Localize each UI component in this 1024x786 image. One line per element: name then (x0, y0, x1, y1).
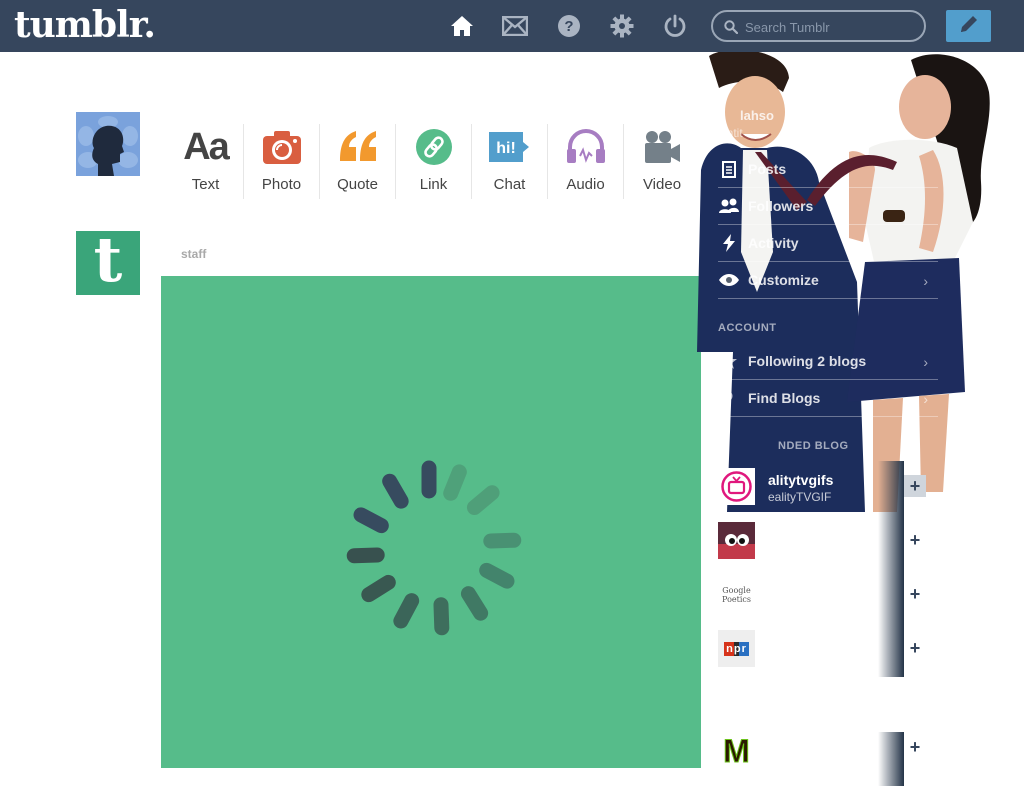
tv-avatar[interactable] (718, 468, 755, 505)
recommended-blog-item[interactable]: + (718, 515, 938, 569)
post-type-label: Quote (337, 176, 378, 193)
compose-button[interactable] (946, 10, 991, 42)
fade-divider (878, 623, 904, 677)
user-avatar[interactable] (76, 112, 140, 176)
fade-divider (878, 569, 904, 623)
search-input[interactable] (745, 18, 915, 36)
headphones-icon (548, 124, 623, 170)
post-type-label: Audio (566, 176, 605, 193)
sidebar-item-following[interactable]: Following 2 blogs › (718, 343, 938, 380)
post-type-label: Photo (261, 176, 302, 193)
post-type-photo[interactable]: Photo (244, 124, 320, 199)
tumblr-logo[interactable]: tumblr. (14, 4, 156, 46)
video-camera-icon (624, 124, 700, 170)
recommended-heading: NDED BLOG (778, 440, 849, 452)
staff-t-logo: t (93, 223, 123, 296)
post-type-link[interactable]: Link (396, 124, 472, 199)
sidebar-item-label: Find Blogs (748, 390, 821, 406)
star-icon (718, 352, 740, 370)
npr-text: npr (724, 641, 749, 656)
search-box[interactable] (711, 10, 926, 42)
document-icon (718, 160, 740, 178)
eye-icon (718, 271, 740, 289)
people-icon (718, 197, 740, 215)
googly-eyes-avatar[interactable] (718, 522, 755, 559)
post-type-label: Chat (493, 176, 526, 193)
post-type-audio[interactable]: Audio (548, 124, 624, 199)
sidebar-item-posts[interactable]: Posts (718, 151, 938, 188)
post-author[interactable]: staff (181, 247, 206, 261)
sidebar-item-label: Customize (748, 272, 819, 288)
recommended-blog-desc: ealityTVGIF (768, 490, 832, 504)
account-heading: ACCOUNT (718, 322, 777, 334)
google-poetics-avatar[interactable]: Google Poetics (718, 576, 755, 613)
post-type-text[interactable]: Aa Text (168, 124, 244, 199)
search-icon (724, 20, 739, 39)
sidebar-item-label: Activity (748, 235, 799, 251)
chevron-right-icon: › (923, 354, 928, 370)
top-bar: tumblr. ? (0, 0, 1024, 52)
text-icon: Aa (183, 125, 230, 168)
sidebar-item-find-blogs[interactable]: Find Blogs › (718, 380, 938, 417)
loading-spinner (346, 460, 522, 636)
home-icon[interactable] (449, 14, 475, 38)
post-type-video[interactable]: Video (624, 124, 700, 199)
sidebar-item-label: Following 2 blogs (748, 353, 867, 369)
staff-avatar[interactable]: t (76, 223, 140, 296)
sidebar-item-label: Followers (748, 198, 814, 214)
follow-plus-button[interactable]: + (904, 637, 926, 659)
fade-divider (878, 515, 904, 569)
chat-icon: hi! (472, 124, 547, 170)
fade-divider (878, 461, 904, 515)
pencil-icon (958, 13, 980, 40)
link-icon (396, 124, 471, 170)
post-type-label: Text (191, 176, 220, 193)
camera-icon (244, 124, 319, 170)
recommended-blog-name[interactable]: alitytvgifs (768, 472, 833, 488)
recommended-blog-item[interactable]: M + (718, 722, 938, 786)
motherboard-avatar[interactable]: M (718, 732, 755, 769)
post-type-quote[interactable]: Quote (320, 124, 396, 199)
sidebar-item-label: Posts (748, 161, 787, 177)
sidebar-blog-title[interactable]: lahso (740, 108, 774, 123)
recommended-blog-item[interactable]: Google Poetics + (718, 569, 938, 623)
svg-text:?: ? (564, 18, 573, 35)
mail-icon[interactable] (502, 14, 528, 38)
gear-icon[interactable] (609, 14, 635, 38)
sidebar-item-followers[interactable]: Followers (718, 188, 938, 225)
chevron-right-icon: › (923, 391, 928, 407)
follow-plus-button[interactable]: + (904, 736, 926, 758)
search-icon (718, 389, 740, 407)
help-icon[interactable]: ? (556, 14, 582, 38)
google-poetics-text: Google Poetics (722, 585, 751, 604)
quote-icon (320, 124, 395, 170)
follow-plus-button[interactable]: + (904, 529, 926, 551)
recommended-blog-item[interactable]: alitytvgifs ealityTVGIF + (718, 461, 938, 515)
sidebar-item-activity[interactable]: Activity (718, 225, 938, 262)
post-type-chat[interactable]: hi! Chat (472, 124, 548, 199)
sidebar-blog-subtitle: Untit (718, 126, 743, 140)
power-icon[interactable] (662, 14, 688, 38)
post-type-label: Video (642, 176, 682, 193)
follow-plus-button[interactable]: + (904, 475, 926, 497)
lightning-icon (718, 234, 740, 252)
sidebar-item-customize[interactable]: Customize › (718, 262, 938, 299)
fade-divider (878, 732, 904, 786)
chevron-right-icon: › (923, 273, 928, 289)
motherboard-text: M (723, 732, 751, 769)
post-type-label: Link (419, 176, 448, 193)
recommended-blog-item[interactable]: npr + (718, 623, 938, 677)
follow-plus-button[interactable]: + (904, 583, 926, 605)
npr-avatar[interactable]: npr (718, 630, 755, 667)
svg-text:hi!: hi! (496, 140, 516, 157)
